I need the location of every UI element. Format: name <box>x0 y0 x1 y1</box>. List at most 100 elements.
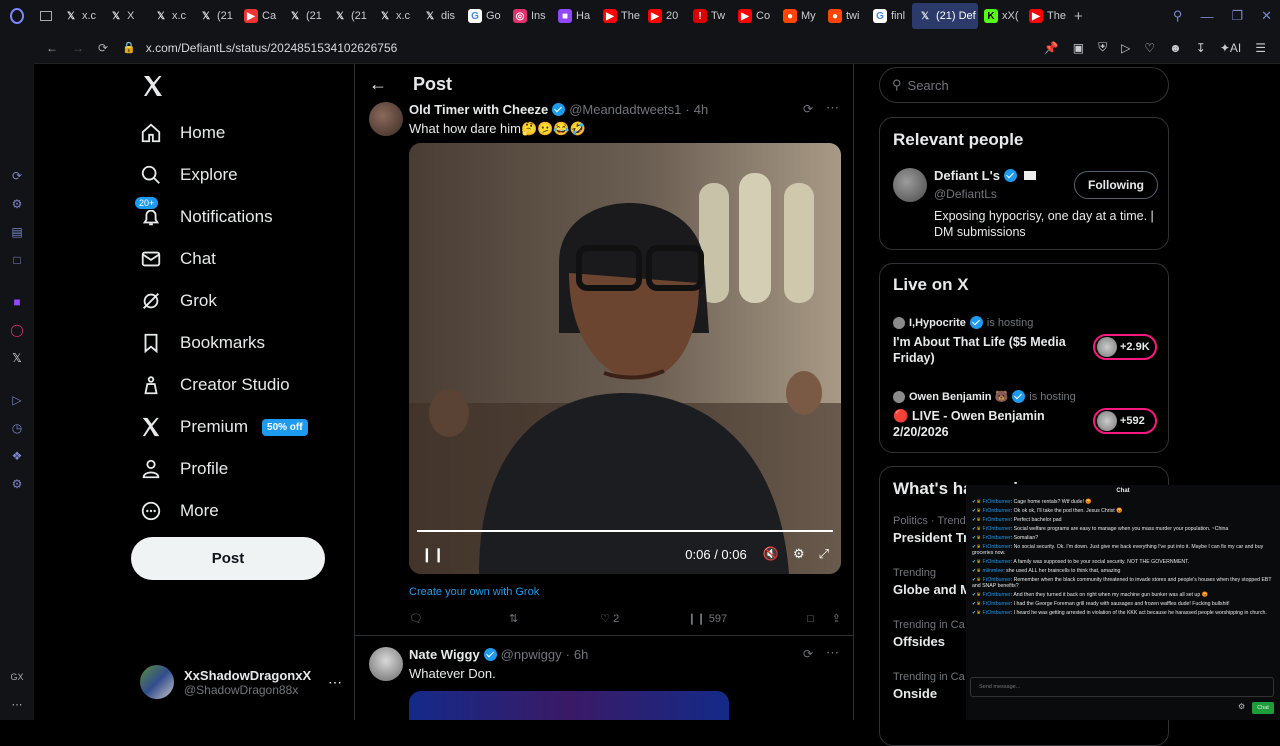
settings-icon[interactable]: ⚙ <box>9 476 25 492</box>
live-item[interactable]: I,Hypocrite is hosting I'm About That Life… <box>893 316 1163 378</box>
back-icon[interactable]: ← <box>46 41 58 55</box>
chat-username[interactable]: FrOntburner <box>982 592 1010 598</box>
pause-icon[interactable]: ❙❙ <box>421 546 444 563</box>
chat-username[interactable]: FrOntburner <box>982 517 1010 523</box>
chat-username[interactable]: mlinmlee <box>982 568 1003 574</box>
grok-create-link[interactable]: Create your own with Grok <box>409 586 853 598</box>
nav-item-more[interactable]: More <box>130 490 350 532</box>
chat-username[interactable]: FrOntburner <box>982 559 1010 565</box>
browser-tab[interactable]: 𝕏x.c <box>58 0 103 32</box>
back-arrow-icon[interactable]: ← <box>369 74 387 95</box>
like-icon[interactable]: ♡ 2 <box>600 612 619 625</box>
gx-icon[interactable]: GX <box>10 672 23 682</box>
account-switcher[interactable]: XxShadowDragonxX @ShadowDragon88x ⋯ <box>140 662 350 702</box>
fullscreen-icon[interactable]: ⤢ <box>819 546 829 562</box>
chat-username[interactable]: FrOntburner <box>982 526 1010 532</box>
post-button[interactable]: Post <box>131 537 325 580</box>
browser-tab[interactable]: ▶ Ca <box>238 0 282 32</box>
tweet-time[interactable]: 6h <box>574 647 588 662</box>
browser-tab[interactable]: Gfinl <box>867 0 912 32</box>
avatar[interactable] <box>893 168 927 202</box>
bot-icon[interactable]: ⚙ <box>9 196 25 212</box>
reload-icon[interactable]: ⟳ <box>98 41 108 55</box>
tab-search-icon[interactable]: ⚲ <box>1173 8 1183 24</box>
browser-tab[interactable]: ■ Ha <box>552 0 597 32</box>
history-icon[interactable]: ◷ <box>9 420 25 436</box>
messenger-icon[interactable]: □ <box>9 252 25 268</box>
minimize-icon[interactable]: — <box>1200 9 1213 24</box>
extensions-icon[interactable]: ❖ <box>9 448 25 464</box>
tweet[interactable]: Nate Wiggy @npwiggy · 6h ⟳ ⋯ Whatever Do… <box>355 645 853 720</box>
person-name[interactable]: Defiant L's <box>934 168 1000 183</box>
shield-icon[interactable]: ⛨ <box>1098 40 1107 55</box>
bookmark-icon[interactable]: □ <box>807 613 814 625</box>
heart-icon[interactable]: ♡ <box>1144 41 1155 55</box>
browser-tab[interactable]: ▶ Co <box>732 0 777 32</box>
nav-item-bookmarks[interactable]: Bookmarks <box>130 322 350 364</box>
account-icon[interactable]: ☻ <box>1169 41 1182 55</box>
twitch-icon[interactable]: ■ <box>9 294 25 310</box>
chat-settings-icon[interactable]: ⚙ <box>1238 703 1245 711</box>
chat-username[interactable]: FrOntburner <box>982 601 1010 607</box>
nav-item-creator-studio[interactable]: Creator Studio <box>130 364 350 406</box>
tweet-time[interactable]: 4h <box>694 102 708 117</box>
maximize-icon[interactable]: ❐ <box>1231 8 1243 24</box>
browser-tab[interactable]: 𝕏 (21) Def <box>912 3 978 29</box>
person-handle[interactable]: @DefiantLs <box>934 187 997 201</box>
live-listeners-pill[interactable]: +592 <box>1093 408 1157 434</box>
url-text[interactable]: x.com/DefiantLs/status/20248515341026267… <box>146 41 398 55</box>
x-logo-icon[interactable]: 𝕏 <box>9 350 25 366</box>
nav-item-home[interactable]: Home <box>130 112 350 154</box>
tab-manager-icon[interactable] <box>34 0 58 32</box>
more-dots-icon[interactable]: ⋯ <box>826 100 839 116</box>
stripes-icon[interactable]: ▤ <box>9 224 25 240</box>
instagram-icon[interactable]: ◯ <box>9 322 25 338</box>
more-dots-icon[interactable]: ⋯ <box>826 645 839 661</box>
nav-item-profile[interactable]: Profile <box>130 448 350 490</box>
browser-tab[interactable]: 𝕏 (21 <box>327 0 372 32</box>
ai-button[interactable]: ✦AI <box>1220 41 1241 55</box>
browser-tab[interactable]: G Go <box>462 0 507 32</box>
download-icon[interactable]: ↧ <box>1196 41 1206 55</box>
chat-username[interactable]: FrOntburner <box>982 610 1010 616</box>
settings-gear-icon[interactable]: ⚙ <box>793 546 805 562</box>
retweet-icon[interactable]: ⇅ <box>509 612 518 625</box>
browser-tab[interactable]: ◎ Ins <box>507 0 552 32</box>
chat-input[interactable]: Send message... <box>970 677 1274 697</box>
browser-tab[interactable]: ! Tw <box>687 0 732 32</box>
following-button[interactable]: Following <box>1074 171 1158 199</box>
grok-icon[interactable]: ⟳ <box>803 647 813 661</box>
video-progress-bar[interactable] <box>417 530 833 532</box>
aria-icon[interactable]: ⟳ <box>9 168 25 184</box>
menu-icon[interactable]: ☰ <box>1255 41 1266 55</box>
video-player[interactable]: ❙❙ 0:06 / 0:06 🔇 ⚙ ⤢ <box>409 143 841 574</box>
tweet-author-name[interactable]: Old Timer with Cheeze <box>409 102 548 117</box>
browser-tab[interactable]: ▶ 20 <box>642 0 687 32</box>
more-dots-icon[interactable]: ⋯ <box>328 674 342 691</box>
nav-item-chat[interactable]: Chat <box>130 238 350 280</box>
live-item[interactable]: Owen Benjamin 🐻 is hosting 🔴 LIVE - Owen B… <box>893 390 1163 452</box>
pin-icon[interactable]: 📌 <box>1044 41 1059 55</box>
browser-tab[interactable]: KxX( <box>978 0 1023 32</box>
nav-item-explore[interactable]: Explore <box>130 154 350 196</box>
sidebar-more-icon[interactable]: ⋯ <box>12 698 23 711</box>
browser-tab[interactable]: 𝕏x.c <box>372 0 417 32</box>
nav-item-premium[interactable]: Premium 50% off <box>130 406 350 448</box>
browser-tab[interactable]: ▶ The <box>1023 0 1068 32</box>
browser-tab[interactable]: 𝕏 (21 <box>282 0 327 32</box>
grok-icon[interactable]: ⟳ <box>803 102 813 116</box>
mute-icon[interactable]: 🔇 <box>763 546 779 562</box>
browser-tab[interactable]: ▶ The <box>597 0 642 32</box>
live-listeners-pill[interactable]: +2.9K <box>1093 334 1157 360</box>
tweet-handle[interactable]: @npwiggy <box>501 647 562 662</box>
reply-icon[interactable]: 🗨 <box>409 612 423 625</box>
snapshot-icon[interactable]: ▣ <box>1073 41 1084 55</box>
nav-item-notifications[interactable]: 20+ Notifications <box>130 196 350 238</box>
new-tab-plus-icon[interactable]: + <box>1074 8 1083 25</box>
share-icon[interactable]: ⇪ <box>832 612 841 625</box>
chat-send-button[interactable]: Chat <box>1252 702 1274 714</box>
search-input[interactable]: ⚲ Search <box>879 67 1169 103</box>
browser-tab[interactable]: 𝕏X <box>103 0 148 32</box>
browser-tab[interactable]: 𝕏x.c <box>148 0 193 32</box>
tweet-handle[interactable]: @Meandadtweets1 <box>569 102 681 117</box>
